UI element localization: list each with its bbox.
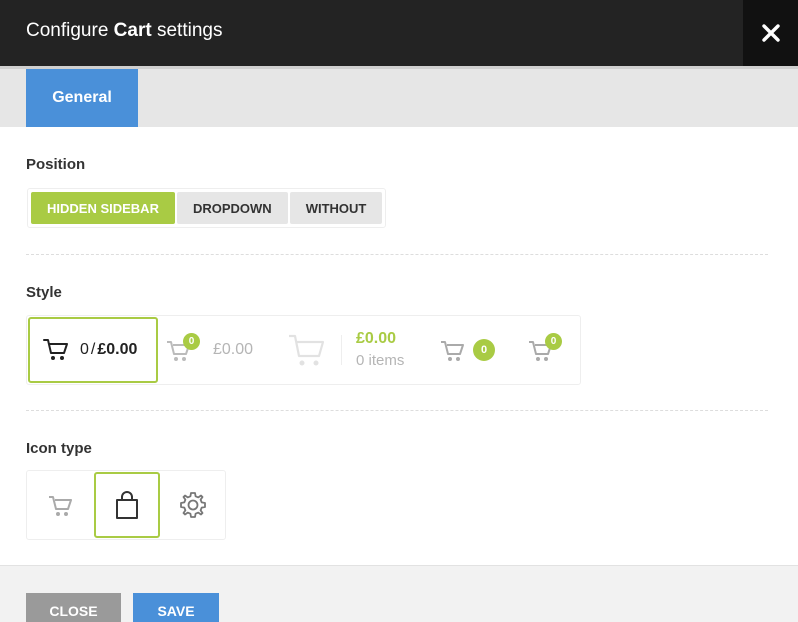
cart-icon: 0 <box>439 337 495 363</box>
bag-icon <box>116 491 138 519</box>
icon-type-gear[interactable] <box>160 472 226 538</box>
close-dialog-button[interactable] <box>743 0 798 66</box>
cart-amount: £0.00 <box>213 341 254 358</box>
icon-type-selector <box>26 470 226 540</box>
icon-type-bag[interactable] <box>94 472 160 538</box>
tab-general[interactable]: General <box>26 69 138 127</box>
option-separator <box>341 335 342 365</box>
cart-icon <box>49 496 72 516</box>
divider <box>26 254 768 255</box>
position-hidden-sidebar[interactable]: HIDDEN SIDEBAR <box>31 192 175 224</box>
style-option-4[interactable]: 0 <box>439 317 509 383</box>
cart-amount: £0.00 <box>356 330 397 347</box>
dialog-titlebar: Configure Cart settings <box>0 0 798 66</box>
cart-icon: 0 <box>165 333 200 363</box>
cart-amount: £0.00 <box>97 341 138 358</box>
save-button[interactable]: SAVE <box>133 593 219 622</box>
cart-icon <box>42 337 70 363</box>
cart-badge: 0 <box>183 333 200 350</box>
style-option-2[interactable]: 0 £0.00 <box>165 317 275 383</box>
cart-badge: 0 <box>545 333 562 350</box>
position-label: Position <box>26 156 86 173</box>
cart-count: 0 <box>80 341 89 358</box>
cart-summary: £0.00 0 items <box>356 328 404 372</box>
icon-type-cart[interactable] <box>28 472 94 538</box>
position-dropdown[interactable]: DROPDOWN <box>176 192 288 224</box>
style-selector: 0 / £0.00 0 £0.00 £0.00 0 items 0 0 <box>26 315 581 385</box>
style-label: Style <box>26 284 62 301</box>
close-icon <box>761 24 780 42</box>
cart-icon <box>287 332 327 368</box>
style-option-5[interactable]: 0 <box>527 317 577 383</box>
tab-bar: General <box>0 66 798 127</box>
settings-panel: Position HIDDEN SIDEBAR DROPDOWN WITHOUT… <box>0 127 798 565</box>
cart-separator: / <box>90 341 96 358</box>
cart-icon: 0 <box>527 333 562 363</box>
cart-items: 0 items <box>356 352 405 369</box>
cart-badge: 0 <box>473 339 495 361</box>
icon-type-label: Icon type <box>26 440 92 457</box>
title-suffix: settings <box>156 20 223 41</box>
style-option-3[interactable]: £0.00 0 items <box>287 317 427 383</box>
position-selector: HIDDEN SIDEBAR DROPDOWN WITHOUT <box>27 188 387 228</box>
gear-icon <box>180 492 206 518</box>
dialog-footer: CLOSE SAVE <box>0 565 798 622</box>
title-bold: Cart <box>113 20 152 41</box>
dialog-title: Configure Cart settings <box>26 20 222 42</box>
style-option-1[interactable]: 0 / £0.00 <box>28 317 158 383</box>
close-button[interactable]: CLOSE <box>26 593 121 622</box>
title-prefix: Configure <box>26 20 109 41</box>
divider <box>26 410 768 411</box>
position-without[interactable]: WITHOUT <box>289 192 383 224</box>
